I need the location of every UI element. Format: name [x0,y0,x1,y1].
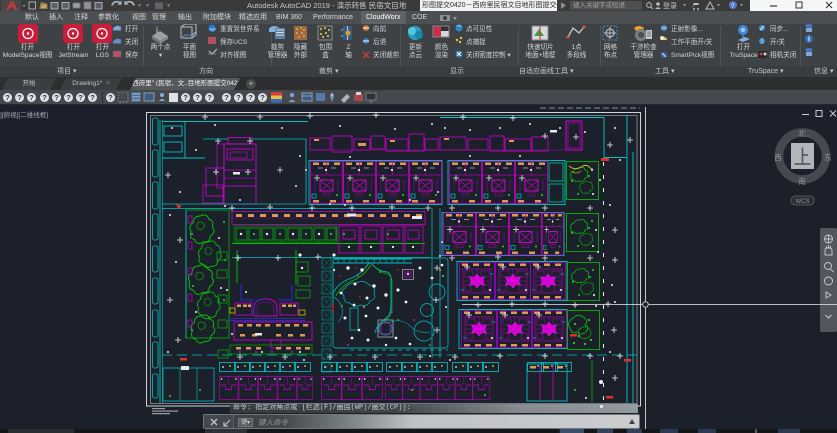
svg-text:WCS: WCS [796,199,810,205]
svg-text:南: 南 [798,176,806,186]
svg-text:北: 北 [798,129,806,138]
svg-text:登录: 登录 [663,1,677,10]
svg-text:东: 东 [824,152,832,162]
svg-text:西: 西 [774,153,782,162]
